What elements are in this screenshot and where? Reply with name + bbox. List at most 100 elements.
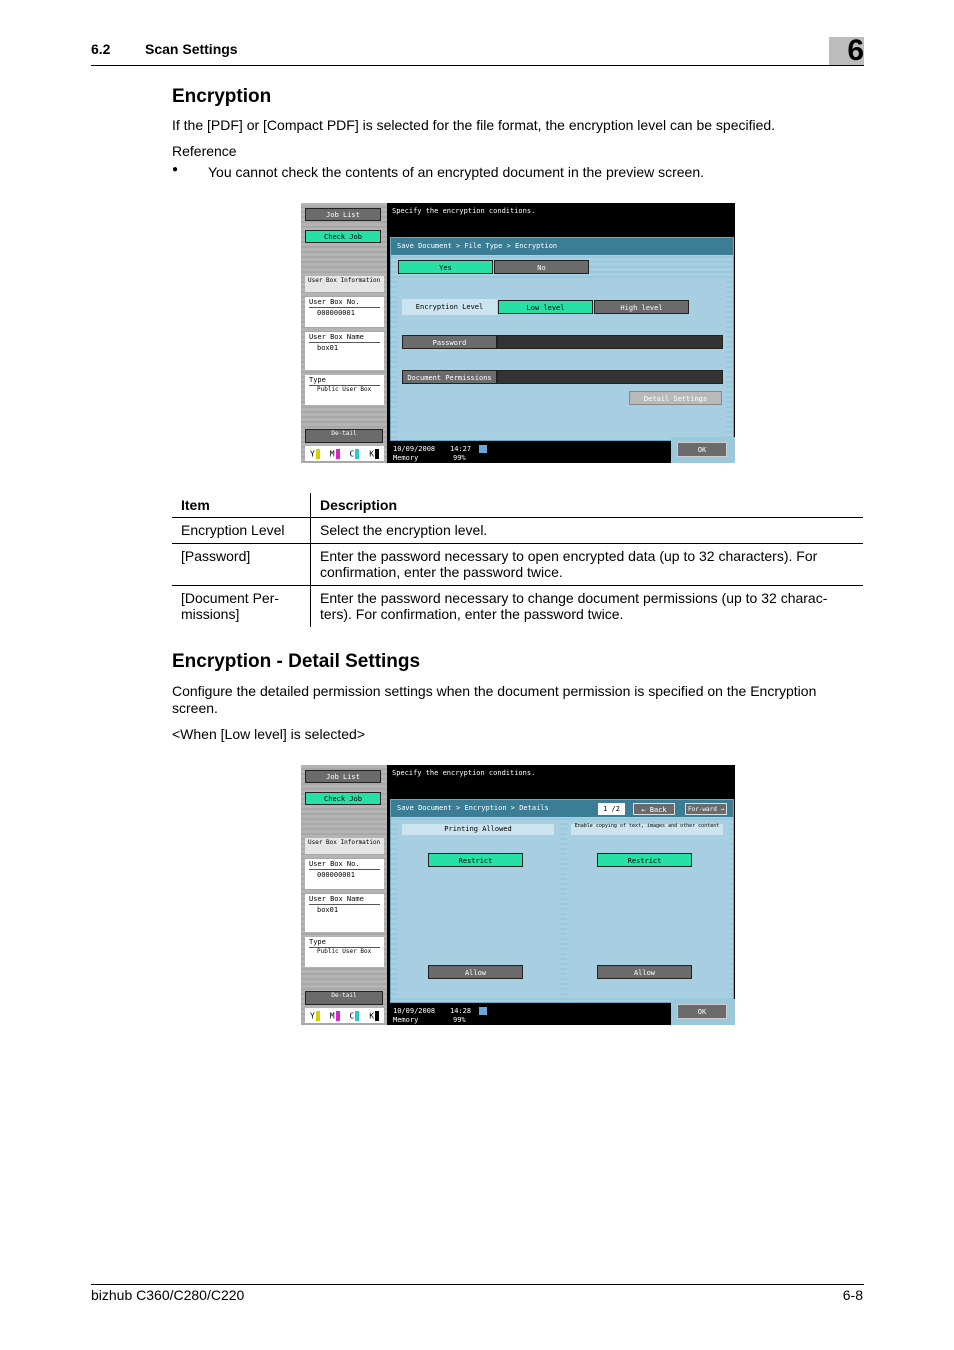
encryption-heading: Encryption [172, 86, 272, 107]
footer-product: bizhub C360/C280/C220 [91, 1287, 245, 1303]
job-list-button[interactable]: Job List [305, 770, 381, 783]
user-box-no-value: 000000001 [317, 871, 355, 879]
header-description: Description [310, 493, 863, 518]
user-box-info-label: User Box Information [305, 276, 384, 292]
job-list-button[interactable]: Job List [305, 208, 381, 221]
row-description: Enter the password necessary to open enc… [310, 543, 863, 586]
toner-k: K [369, 448, 380, 459]
user-box-name-card: User Box Name box01 [305, 894, 384, 932]
password-button[interactable]: Password [402, 335, 497, 349]
table-row: [Document Per-missions] Enter the passwo… [172, 585, 863, 627]
user-box-name-card: User Box Name box01 [305, 332, 384, 370]
toner-y: Y [310, 1010, 320, 1021]
instruction-message: Specify the encryption conditions. [392, 207, 536, 215]
back-button[interactable]: ← Back [633, 803, 675, 815]
row-item: Encryption Level [172, 517, 311, 544]
user-box-no-card: User Box No. 000000001 [305, 297, 384, 327]
user-box-name-value: box01 [317, 344, 339, 352]
low-level-button[interactable]: Low level [498, 300, 593, 314]
status-time: 14:27 [450, 445, 472, 453]
table-header-row: Item Description [172, 493, 863, 518]
memory-label: Memory [393, 1016, 419, 1024]
breadcrumb: Save Document > File Type > Encryption [391, 238, 733, 255]
document-permissions-field[interactable] [497, 370, 723, 384]
sidebar: Job List Check Job User Box Information … [301, 203, 387, 463]
detail-settings-button[interactable]: Detail Settings [629, 391, 722, 405]
yes-button[interactable]: Yes [398, 260, 493, 274]
memory-label: Memory [393, 454, 419, 462]
sidebar: Job List Check Job User Box Information … [301, 765, 387, 1025]
password-field[interactable] [497, 335, 723, 349]
toner-y: Y [310, 448, 320, 459]
type-label: Type [309, 938, 380, 948]
row-description: Enter the password necessary to change d… [320, 590, 828, 622]
copying-restrict-button[interactable]: Restrict [597, 853, 692, 867]
detail-button[interactable]: De-tail [305, 991, 383, 1005]
row-description: Select the encryption level. [310, 517, 863, 544]
toner-m: M [330, 1010, 340, 1021]
detail-settings-heading: Encryption - Detail Settings [172, 651, 421, 672]
header-rule [91, 65, 864, 66]
detail-condition: <When [Low level] is selected> [172, 726, 365, 742]
check-job-button[interactable]: Check Job [305, 792, 381, 805]
network-icon [479, 1007, 487, 1015]
toner-levels: Y M C K [305, 446, 384, 461]
printing-allow-button[interactable]: Allow [428, 965, 523, 979]
status-date: 10/09/2008 [393, 445, 436, 453]
breadcrumb: Save Document > Encryption > Details [391, 800, 733, 817]
encryption-intro: If the [PDF] or [Compact PDF] is selecte… [172, 117, 776, 133]
type-value: Public User Box [317, 386, 372, 393]
status-time: 14:28 [450, 1007, 472, 1015]
user-box-info-label: User Box Information [305, 838, 384, 854]
no-button[interactable]: No [494, 260, 589, 274]
toner-levels: Y M C K [305, 1008, 384, 1023]
user-box-no-label: User Box No. [309, 860, 380, 870]
section-number: 6.2 [91, 41, 111, 57]
detail-settings-intro: Configure the detailed permission settin… [172, 683, 817, 716]
page-indicator: 1 /2 [598, 803, 625, 815]
toner-c: C [349, 448, 360, 459]
encryption-panel: Save Document > File Type > Encryption Y… [390, 237, 734, 441]
user-box-name-label: User Box Name [309, 895, 380, 905]
forward-button[interactable]: For-ward → [685, 803, 727, 815]
settings-table: Item Description Encryption Level Select… [172, 493, 863, 627]
detail-settings-screen: Job List Check Job User Box Information … [301, 765, 735, 1025]
ok-button[interactable]: OK [677, 1004, 727, 1019]
encryption-level-label: Encryption Level [402, 299, 497, 315]
footer-page: 6-8 [842, 1287, 863, 1303]
type-value: Public User Box [317, 948, 372, 955]
user-box-no-card: User Box No. 000000001 [305, 859, 384, 889]
check-job-button[interactable]: Check Job [305, 230, 381, 243]
user-box-name-label: User Box Name [309, 333, 380, 343]
row-item: [Password] [172, 543, 311, 586]
copying-allow-button[interactable]: Allow [597, 965, 692, 979]
table-row: Encryption Level Select the encryption l… [172, 517, 863, 544]
toner-k: K [369, 1010, 380, 1021]
footer-rule [91, 1284, 864, 1285]
details-panel: Save Document > Encryption > Details 1 /… [390, 799, 734, 1003]
status-date: 10/09/2008 [393, 1007, 436, 1015]
row-item: [Document Per-missions] [172, 585, 311, 627]
printing-restrict-button[interactable]: Restrict [428, 853, 523, 867]
header-item: Item [172, 493, 311, 518]
type-card: Type Public User Box [305, 375, 384, 405]
user-box-name-value: box01 [317, 906, 339, 914]
reference-label: Reference [172, 143, 237, 159]
instruction-message: Specify the encryption conditions. [392, 769, 536, 777]
high-level-button[interactable]: High level [594, 300, 689, 314]
network-icon [479, 445, 487, 453]
user-box-no-value: 000000001 [317, 309, 355, 317]
memory-value: 99% [453, 1016, 466, 1024]
encryption-screen: Job List Check Job User Box Information … [301, 203, 735, 463]
user-box-no-label: User Box No. [309, 298, 380, 308]
reference-bullet: You cannot check the contents of an encr… [208, 164, 705, 180]
printing-allowed-label: Printing Allowed [402, 824, 554, 835]
memory-value: 99% [453, 454, 466, 462]
chapter-number: 6 [847, 34, 864, 67]
detail-button[interactable]: De-tail [305, 429, 383, 443]
toner-c: C [349, 1010, 360, 1021]
ok-button[interactable]: OK [677, 442, 727, 457]
type-label: Type [309, 376, 380, 386]
table-row: [Password] Enter the password necessary … [172, 543, 863, 586]
document-permissions-button[interactable]: Document Permissions [402, 370, 497, 384]
